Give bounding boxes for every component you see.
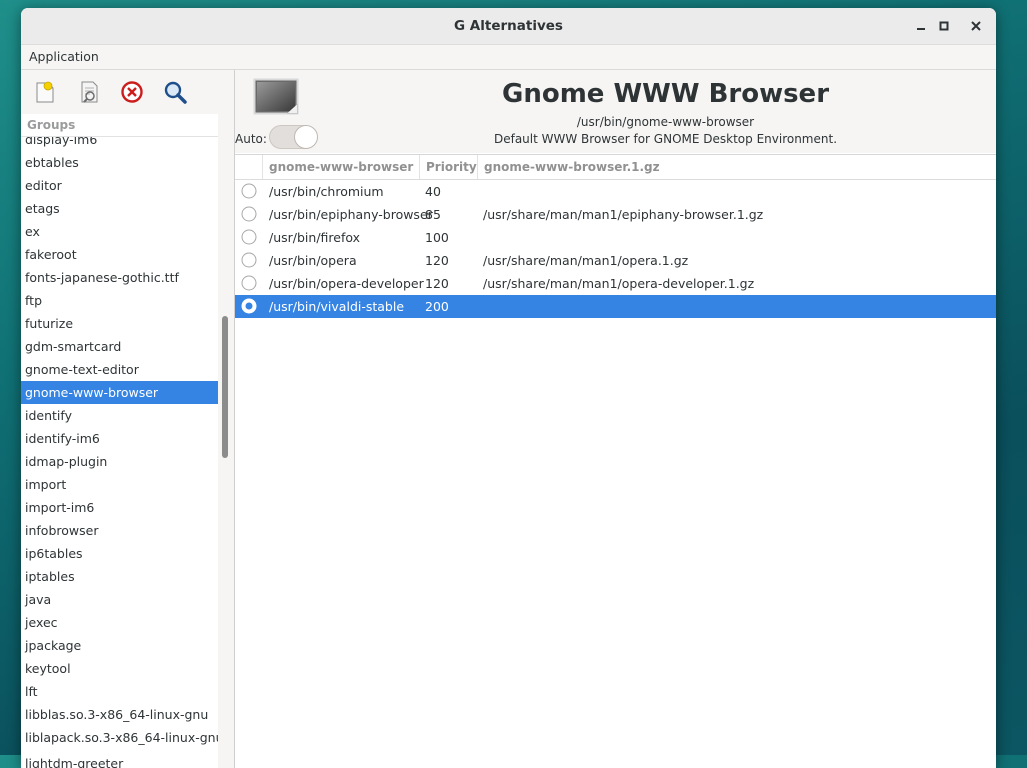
- radio-button[interactable]: [241, 252, 257, 268]
- cell-path: /usr/bin/opera: [269, 253, 357, 268]
- list-item[interactable]: idmap-plugin: [21, 450, 218, 473]
- column-header-man[interactable]: gnome-www-browser.1.gz: [478, 155, 996, 179]
- list-item[interactable]: java: [21, 588, 218, 611]
- list-item[interactable]: etags: [21, 197, 218, 220]
- toggle-knob[interactable]: [294, 125, 318, 149]
- search-button[interactable]: [162, 79, 188, 105]
- list-item[interactable]: editor: [21, 174, 218, 197]
- column-header-path[interactable]: gnome-www-browser: [263, 155, 420, 179]
- app-window: G Alternatives Application Groups displa…: [21, 8, 996, 768]
- list-item[interactable]: jpackage: [21, 634, 218, 657]
- right-pane: Auto: Gnome WWW Browser /usr/bin/gnome-w…: [235, 70, 996, 768]
- new-document-icon: [36, 81, 54, 103]
- list-item[interactable]: futurize: [21, 312, 218, 335]
- minimize-icon: [917, 28, 925, 30]
- menu-bar: Application: [21, 45, 996, 70]
- groups-scrollbar[interactable]: [220, 316, 230, 458]
- auto-label: Auto:: [235, 132, 267, 146]
- list-item[interactable]: liblapack.so.3-x86_64-linux-gnu: [21, 726, 218, 749]
- list-item[interactable]: fakeroot: [21, 243, 218, 266]
- close-icon: [971, 21, 981, 31]
- new-button[interactable]: [32, 79, 58, 105]
- menu-application[interactable]: Application: [29, 49, 99, 64]
- list-item[interactable]: import: [21, 473, 218, 496]
- list-item[interactable]: import-im6: [21, 496, 218, 519]
- cell-path: /usr/bin/vivaldi-stable: [269, 299, 405, 314]
- list-item[interactable]: lightdm-greeter: [21, 752, 218, 768]
- properties-icon: [81, 81, 98, 103]
- alternative-title: Gnome WWW Browser: [501, 79, 830, 109]
- groups-column-header[interactable]: Groups: [21, 114, 218, 137]
- table-row[interactable]: /usr/bin/chromium 40: [235, 180, 996, 203]
- table-row[interactable]: /usr/bin/epiphany-browser 85/usr/share/ma…: [235, 203, 996, 226]
- screen-icon: [253, 78, 301, 118]
- alternative-header: Auto: Gnome WWW Browser /usr/bin/gnome-w…: [235, 70, 996, 153]
- list-item[interactable]: ex: [21, 220, 218, 243]
- toolbar: [21, 70, 234, 112]
- search-icon: [164, 81, 187, 104]
- table-row[interactable]: /usr/bin/opera-developer 120/usr/share/ma…: [235, 272, 996, 295]
- properties-button[interactable]: [76, 79, 102, 105]
- table-row[interactable]: /usr/bin/vivaldi-stable 200: [235, 295, 996, 318]
- cell-path: /usr/bin/firefox: [269, 230, 361, 245]
- delete-icon: [121, 81, 143, 103]
- minimize-button[interactable]: [911, 16, 931, 36]
- column-header-select[interactable]: [235, 155, 263, 179]
- alternative-path: /usr/bin/gnome-www-browser: [576, 115, 755, 129]
- radio-button[interactable]: [241, 298, 257, 314]
- options-table: gnome-www-browser Priority gnome-www-bro…: [235, 154, 996, 768]
- list-item[interactable]: infobrowser: [21, 519, 218, 542]
- table-row[interactable]: /usr/bin/opera 120/usr/share/man/man1/ope…: [235, 249, 996, 272]
- cell-priority: 120: [425, 253, 449, 268]
- list-item[interactable]: iptables: [21, 565, 218, 588]
- alternative-description: Default WWW Browser for GNOME Desktop En…: [493, 132, 838, 146]
- list-item[interactable]: keytool: [21, 657, 218, 680]
- list-item[interactable]: identify: [21, 404, 218, 427]
- title-bar[interactable]: G Alternatives: [21, 8, 996, 45]
- list-item[interactable]: gnome-www-browser: [21, 381, 218, 404]
- auto-toggle[interactable]: [269, 125, 318, 149]
- cell-man-page: /usr/share/man/man1/opera.1.gz: [483, 253, 689, 268]
- cell-priority: 40: [425, 184, 441, 199]
- maximize-icon: [939, 21, 949, 31]
- list-item[interactable]: ip6tables: [21, 542, 218, 565]
- maximize-button[interactable]: [934, 16, 954, 36]
- cell-path: /usr/bin/chromium: [269, 184, 384, 199]
- list-item[interactable]: gdm-smartcard: [21, 335, 218, 358]
- scrollbar-thumb[interactable]: [222, 316, 228, 458]
- list-item[interactable]: libblas.so.3-x86_64-linux-gnu: [21, 703, 218, 726]
- groups-header-label: Groups: [27, 118, 76, 132]
- list-item[interactable]: fonts-japanese-gothic.ttf: [21, 266, 218, 289]
- list-item[interactable]: lft: [21, 680, 218, 703]
- list-item[interactable]: jexec: [21, 611, 218, 634]
- table-row[interactable]: /usr/bin/firefox 100: [235, 226, 996, 249]
- radio-button[interactable]: [241, 229, 257, 245]
- cell-path: /usr/bin/opera-developer: [269, 276, 424, 291]
- delete-button[interactable]: [119, 79, 145, 105]
- list-item[interactable]: identify-im6: [21, 427, 218, 450]
- cell-priority: 100: [425, 230, 449, 245]
- column-header-priority[interactable]: Priority: [420, 155, 478, 179]
- list-item[interactable]: ftp: [21, 289, 218, 312]
- cell-priority: 120: [425, 276, 449, 291]
- cell-priority: 200: [425, 299, 449, 314]
- window-title: G Alternatives: [454, 18, 563, 34]
- cell-path: /usr/bin/epiphany-browser: [269, 207, 433, 222]
- cell-man-page: /usr/share/man/man1/opera-developer.1.gz: [483, 276, 755, 291]
- radio-button[interactable]: [241, 275, 257, 291]
- radio-button[interactable]: [241, 183, 257, 199]
- groups-list[interactable]: Groups display-im6 ebtables editor etags ex…: [21, 114, 218, 768]
- list-item[interactable]: gnome-text-editor: [21, 358, 218, 381]
- table-header: gnome-www-browser Priority gnome-www-bro…: [235, 155, 996, 180]
- list-item[interactable]: ebtables: [21, 151, 218, 174]
- cell-priority: 85: [425, 207, 441, 222]
- cell-man-page: /usr/share/man/man1/epiphany-browser.1.g…: [483, 207, 764, 222]
- left-pane: Groups display-im6 ebtables editor etags ex…: [21, 70, 235, 768]
- close-button[interactable]: [966, 16, 986, 36]
- radio-button[interactable]: [241, 206, 257, 222]
